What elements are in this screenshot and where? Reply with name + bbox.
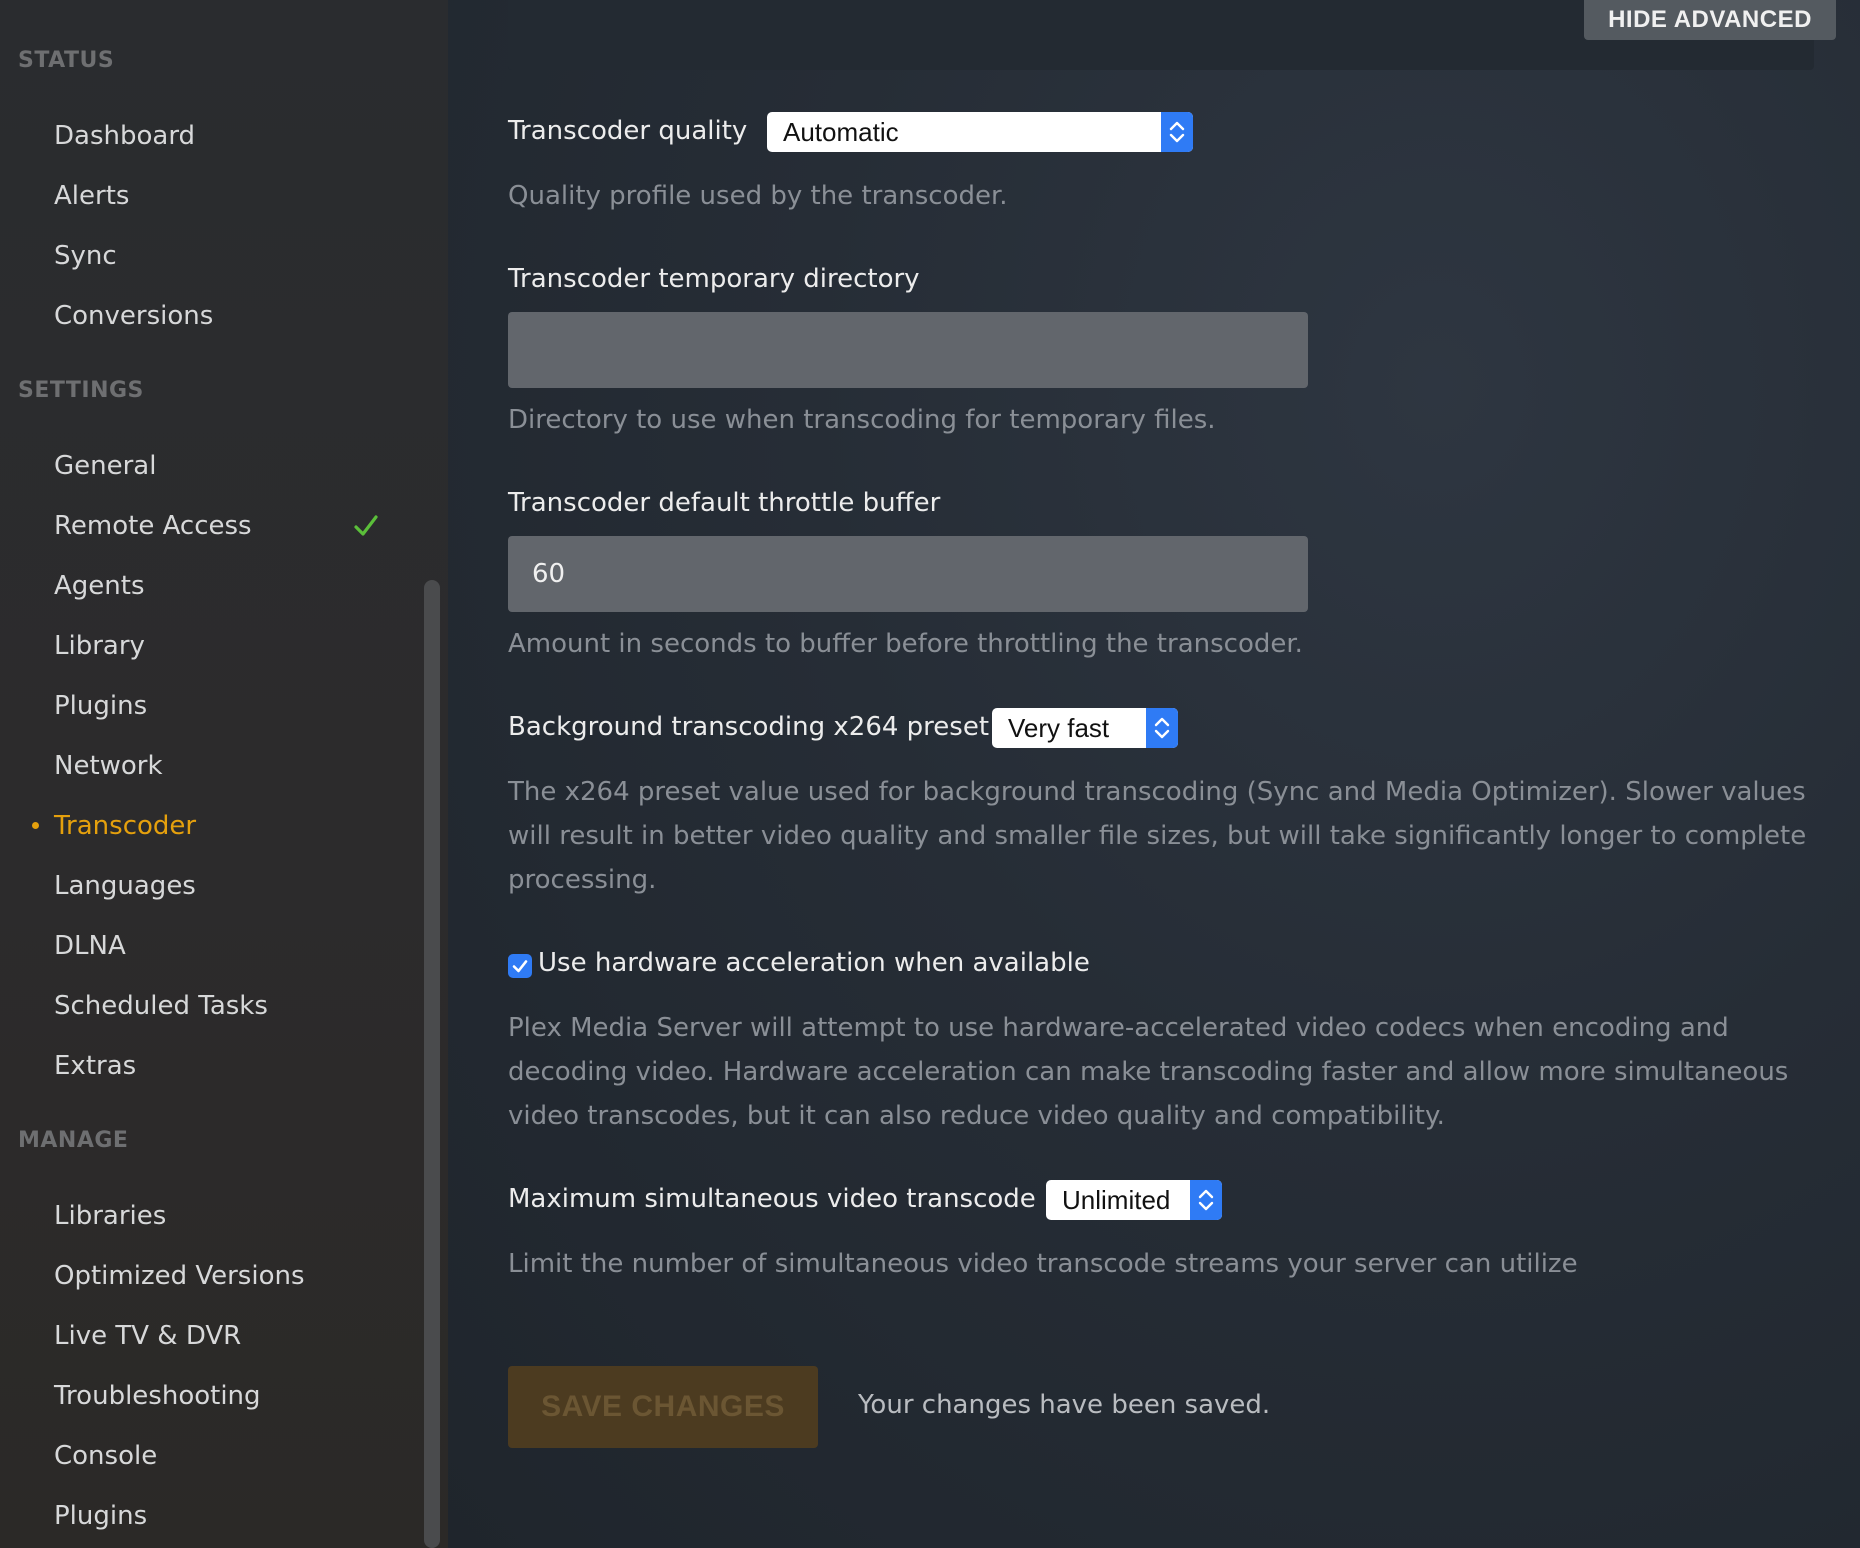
sidebar-item-alerts[interactable]: Alerts	[54, 170, 129, 222]
throttle-buffer-help: Amount in seconds to buffer before throt…	[508, 629, 1303, 659]
sidebar-item-transcoder[interactable]: Transcoder	[54, 800, 196, 852]
check-icon	[354, 515, 378, 536]
sidebar-item-sync[interactable]: Sync	[54, 230, 117, 282]
max-simultaneous-label: Maximum simultaneous video transcode	[508, 1184, 1036, 1214]
max-simultaneous-value: Unlimited	[1062, 1185, 1171, 1215]
sidebar-item-dashboard[interactable]: Dashboard	[54, 110, 195, 162]
checkmark-icon	[512, 960, 528, 973]
sidebar-item-dlna[interactable]: DLNA	[54, 920, 126, 972]
x264-preset-label: Background transcoding x264 preset	[508, 712, 990, 742]
sidebar-scrollbar[interactable]	[424, 580, 440, 1548]
sidebar-item-optimized-versions[interactable]: Optimized Versions	[54, 1250, 305, 1302]
app-window: STATUS Dashboard Alerts Sync Conversions…	[0, 0, 1860, 1548]
transcoder-quality-help: Quality profile used by the transcoder.	[508, 181, 1008, 211]
max-simultaneous-select[interactable]: Unlimited	[1046, 1180, 1222, 1220]
sidebar-item-manage-plugins[interactable]: Plugins	[54, 1490, 147, 1542]
temp-directory-input[interactable]	[508, 312, 1308, 388]
select-arrows-icon	[1161, 112, 1193, 152]
throttle-buffer-label: Transcoder default throttle buffer	[508, 488, 941, 518]
hardware-acceleration-label[interactable]: Use hardware acceleration when available	[538, 948, 1090, 978]
throttle-buffer-input[interactable]	[508, 536, 1308, 612]
settings-panel: HIDE ADVANCED Transcoder quality Automat…	[448, 0, 1860, 1548]
sidebar-item-scheduled-tasks[interactable]: Scheduled Tasks	[54, 980, 268, 1032]
x264-preset-value: Very fast	[1008, 713, 1110, 743]
active-indicator-dot	[32, 822, 39, 829]
hide-advanced-button[interactable]: HIDE ADVANCED	[1584, 0, 1836, 40]
save-changes-button[interactable]: SAVE CHANGES	[508, 1366, 818, 1448]
transcoder-quality-select[interactable]: Automatic	[767, 112, 1193, 152]
sidebar-item-agents[interactable]: Agents	[54, 560, 145, 612]
sidebar-item-general[interactable]: General	[54, 440, 156, 492]
transcoder-quality-value: Automatic	[783, 117, 899, 147]
sidebar-item-plugins[interactable]: Plugins	[54, 680, 147, 732]
hardware-acceleration-help: Plex Media Server will attempt to use ha…	[508, 1013, 1789, 1131]
sidebar-item-network[interactable]: Network	[54, 740, 163, 792]
sidebar-item-live-tv-dvr[interactable]: Live TV & DVR	[54, 1310, 241, 1362]
select-arrows-icon	[1146, 708, 1178, 748]
max-simultaneous-help: Limit the number of simultaneous video t…	[508, 1249, 1578, 1279]
x264-preset-help: The x264 preset value used for backgroun…	[508, 777, 1807, 895]
sidebar-item-troubleshooting[interactable]: Troubleshooting	[54, 1370, 261, 1422]
top-panel: HIDE ADVANCED	[508, 0, 1836, 70]
temp-directory-label: Transcoder temporary directory	[508, 264, 920, 294]
select-arrows-icon	[1190, 1180, 1222, 1220]
sidebar-item-conversions[interactable]: Conversions	[54, 290, 213, 342]
sidebar-item-console[interactable]: Console	[54, 1430, 157, 1482]
sidebar-item-library[interactable]: Library	[54, 620, 145, 672]
sidebar-item-languages[interactable]: Languages	[54, 860, 196, 912]
sidebar-section-settings: SETTINGS	[18, 378, 144, 403]
transcoder-quality-label: Transcoder quality	[508, 116, 748, 146]
sidebar-section-status: STATUS	[18, 48, 115, 73]
x264-preset-select[interactable]: Very fast	[992, 708, 1178, 748]
sidebar-item-remote-access[interactable]: Remote Access	[54, 500, 252, 552]
saved-status-message: Your changes have been saved.	[858, 1390, 1271, 1420]
sidebar: STATUS Dashboard Alerts Sync Conversions…	[0, 0, 448, 1548]
sidebar-item-libraries[interactable]: Libraries	[54, 1190, 166, 1242]
temp-directory-help: Directory to use when transcoding for te…	[508, 405, 1216, 435]
sidebar-item-extras[interactable]: Extras	[54, 1040, 136, 1092]
sidebar-section-manage: MANAGE	[18, 1128, 129, 1153]
hardware-acceleration-checkbox[interactable]	[508, 954, 532, 978]
